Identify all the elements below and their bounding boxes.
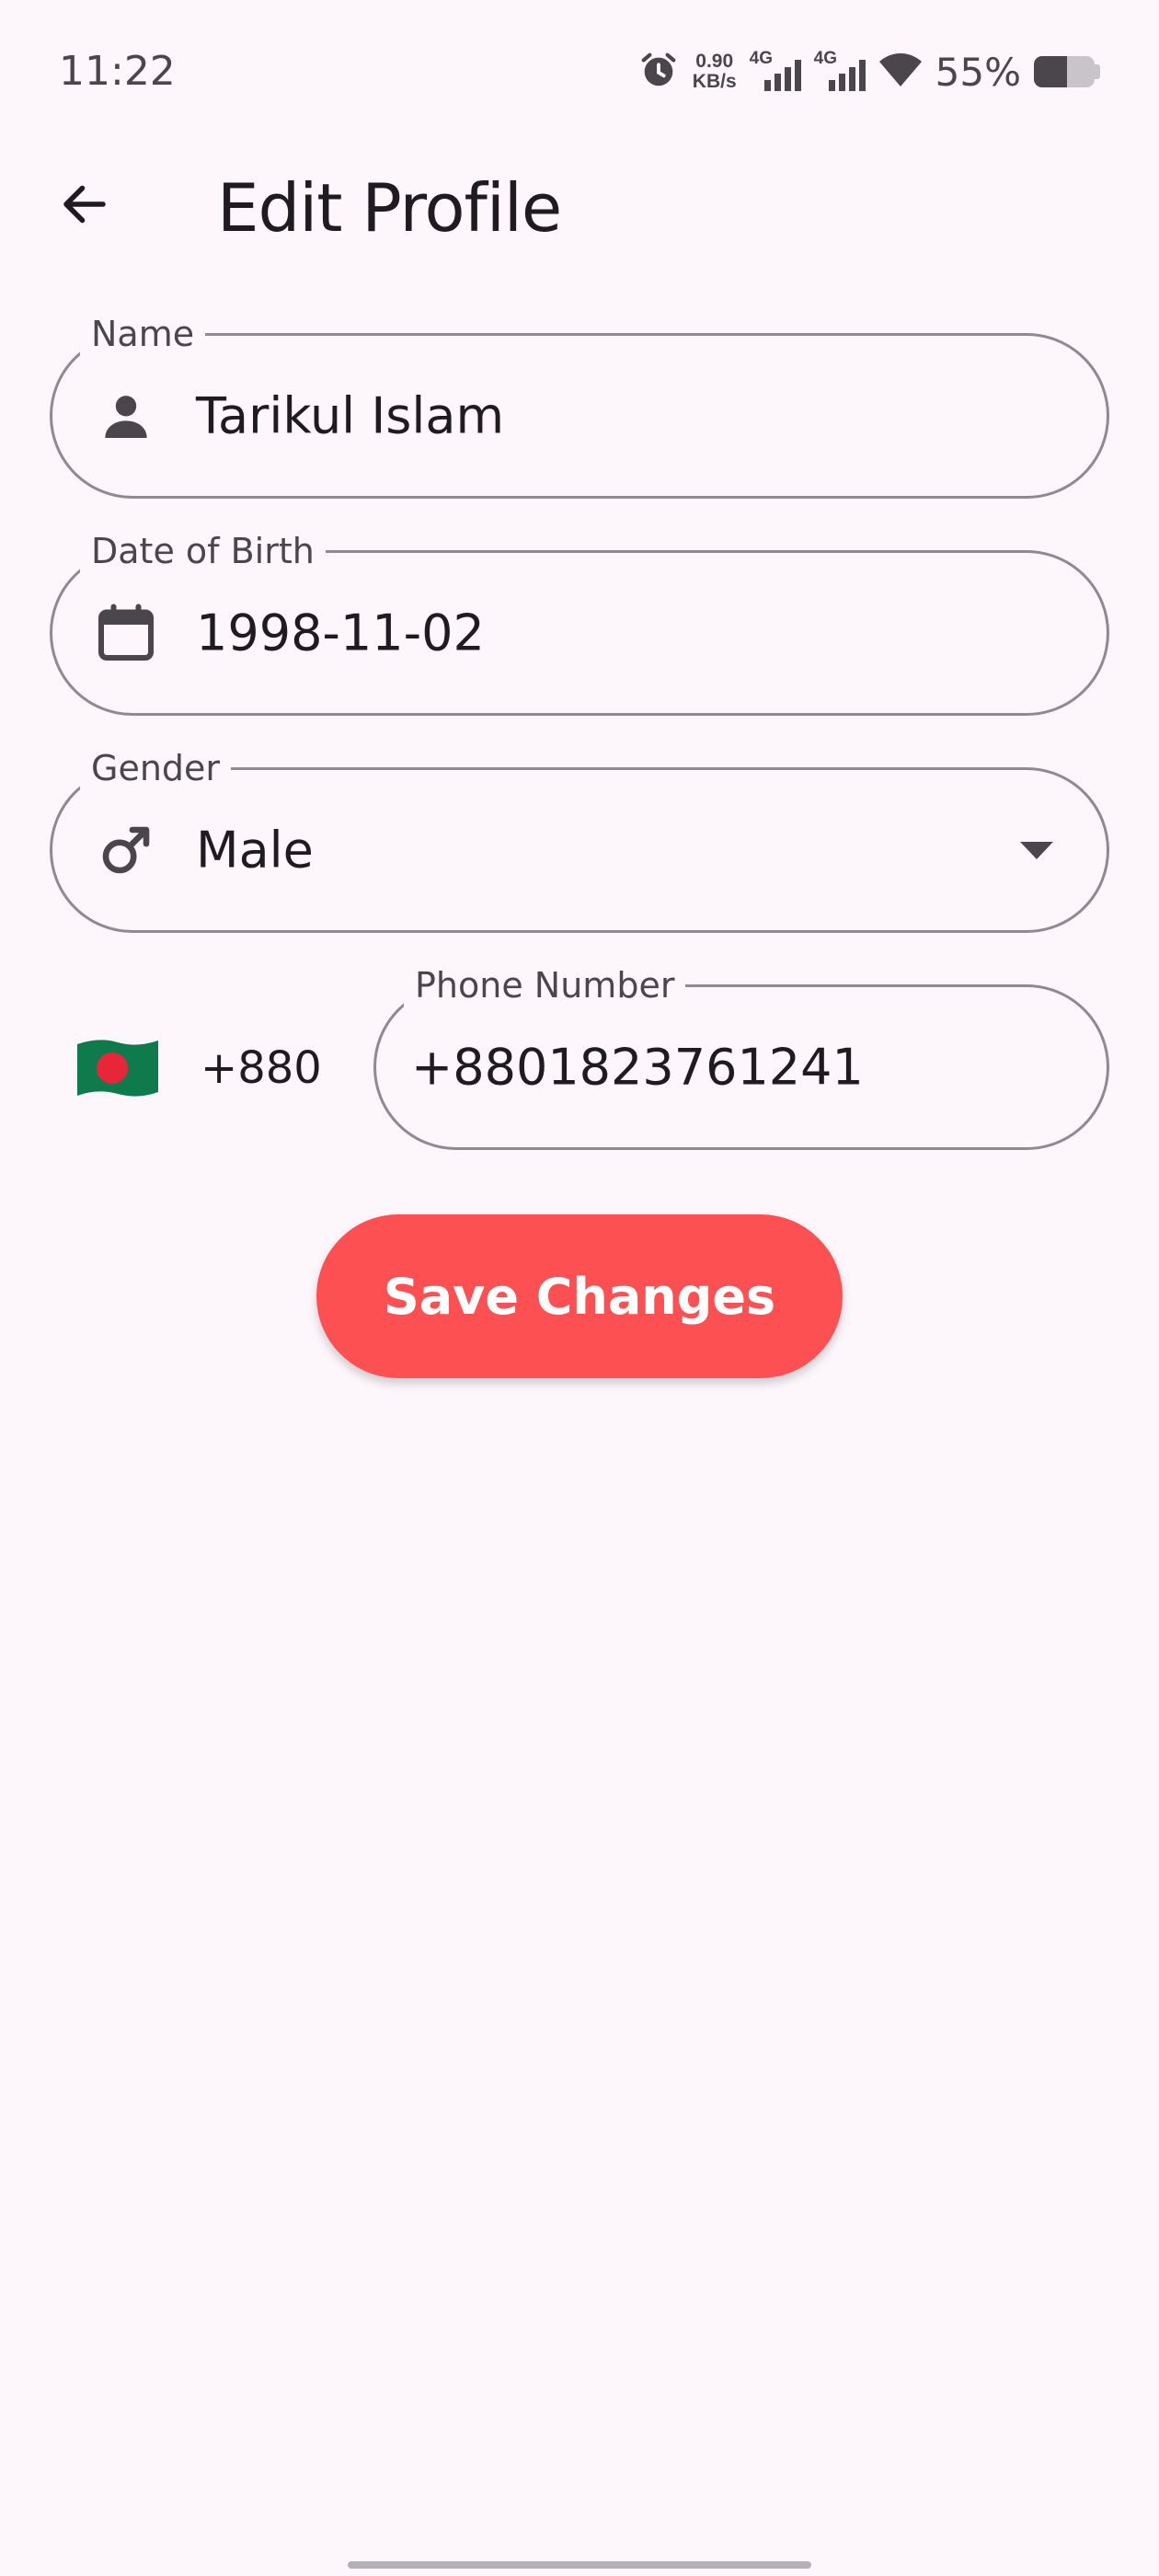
alarm-icon xyxy=(637,49,680,96)
date-of-birth-field[interactable]: Date of Birth 1998-11-02 xyxy=(50,529,1109,716)
arrow-left-icon xyxy=(63,185,106,224)
save-changes-button[interactable]: Save Changes xyxy=(316,1214,843,1378)
date-of-birth-value: 1998-11-02 xyxy=(196,604,485,662)
signal-icon xyxy=(828,60,866,91)
battery-tip xyxy=(1095,64,1100,79)
gender-value: Male xyxy=(196,821,314,880)
back-button[interactable] xyxy=(48,167,121,241)
gender-label: Gender xyxy=(80,746,232,790)
signal-icon xyxy=(763,60,801,91)
status-icons: 0.90 KB/s 4G 4G 55% xyxy=(637,46,1100,98)
net-speed-value: 0.90 xyxy=(695,51,734,72)
phone-number-value: +8801823761241 xyxy=(411,1038,864,1097)
battery-icon xyxy=(1034,56,1095,87)
date-of-birth-label: Date of Birth xyxy=(80,529,326,573)
net-speed: 0.90 KB/s xyxy=(693,52,737,92)
name-value: Tarikul Islam xyxy=(196,386,505,445)
name-field[interactable]: Name Tarikul Islam xyxy=(50,312,1109,499)
caret-down-icon xyxy=(1020,842,1053,859)
app-bar: Edit Profile xyxy=(0,147,1159,258)
phone-number-label: Phone Number xyxy=(404,963,686,1007)
wifi-icon xyxy=(878,52,923,93)
sim2-signal: 4G xyxy=(814,49,866,95)
country-code-picker[interactable]: +880 xyxy=(74,1027,322,1110)
status-time: 11:22 xyxy=(59,48,176,95)
battery-fill xyxy=(1034,56,1068,87)
battery-percent: 55% xyxy=(935,49,1021,95)
bangladesh-flag-icon xyxy=(77,1040,158,1097)
dial-code: +880 xyxy=(201,1042,322,1094)
person-icon xyxy=(89,379,163,453)
male-icon xyxy=(89,813,163,887)
sim1-signal: 4G xyxy=(750,49,801,95)
phone-number-field[interactable]: Phone Number +8801823761241 xyxy=(373,963,1109,1150)
home-indicator[interactable] xyxy=(348,2561,811,2569)
gender-dropdown[interactable]: Gender Male xyxy=(50,746,1109,933)
name-label: Name xyxy=(80,312,206,356)
page-title: Edit Profile xyxy=(217,169,562,247)
net-speed-unit: KB/s xyxy=(692,71,737,92)
edit-profile-screen: 11:22 0.90 KB/s 4G 4G 55% Edit Profile N… xyxy=(0,0,1159,2576)
status-bar: 11:22 0.90 KB/s 4G 4G 55% xyxy=(0,0,1159,138)
calendar-icon xyxy=(89,596,163,670)
